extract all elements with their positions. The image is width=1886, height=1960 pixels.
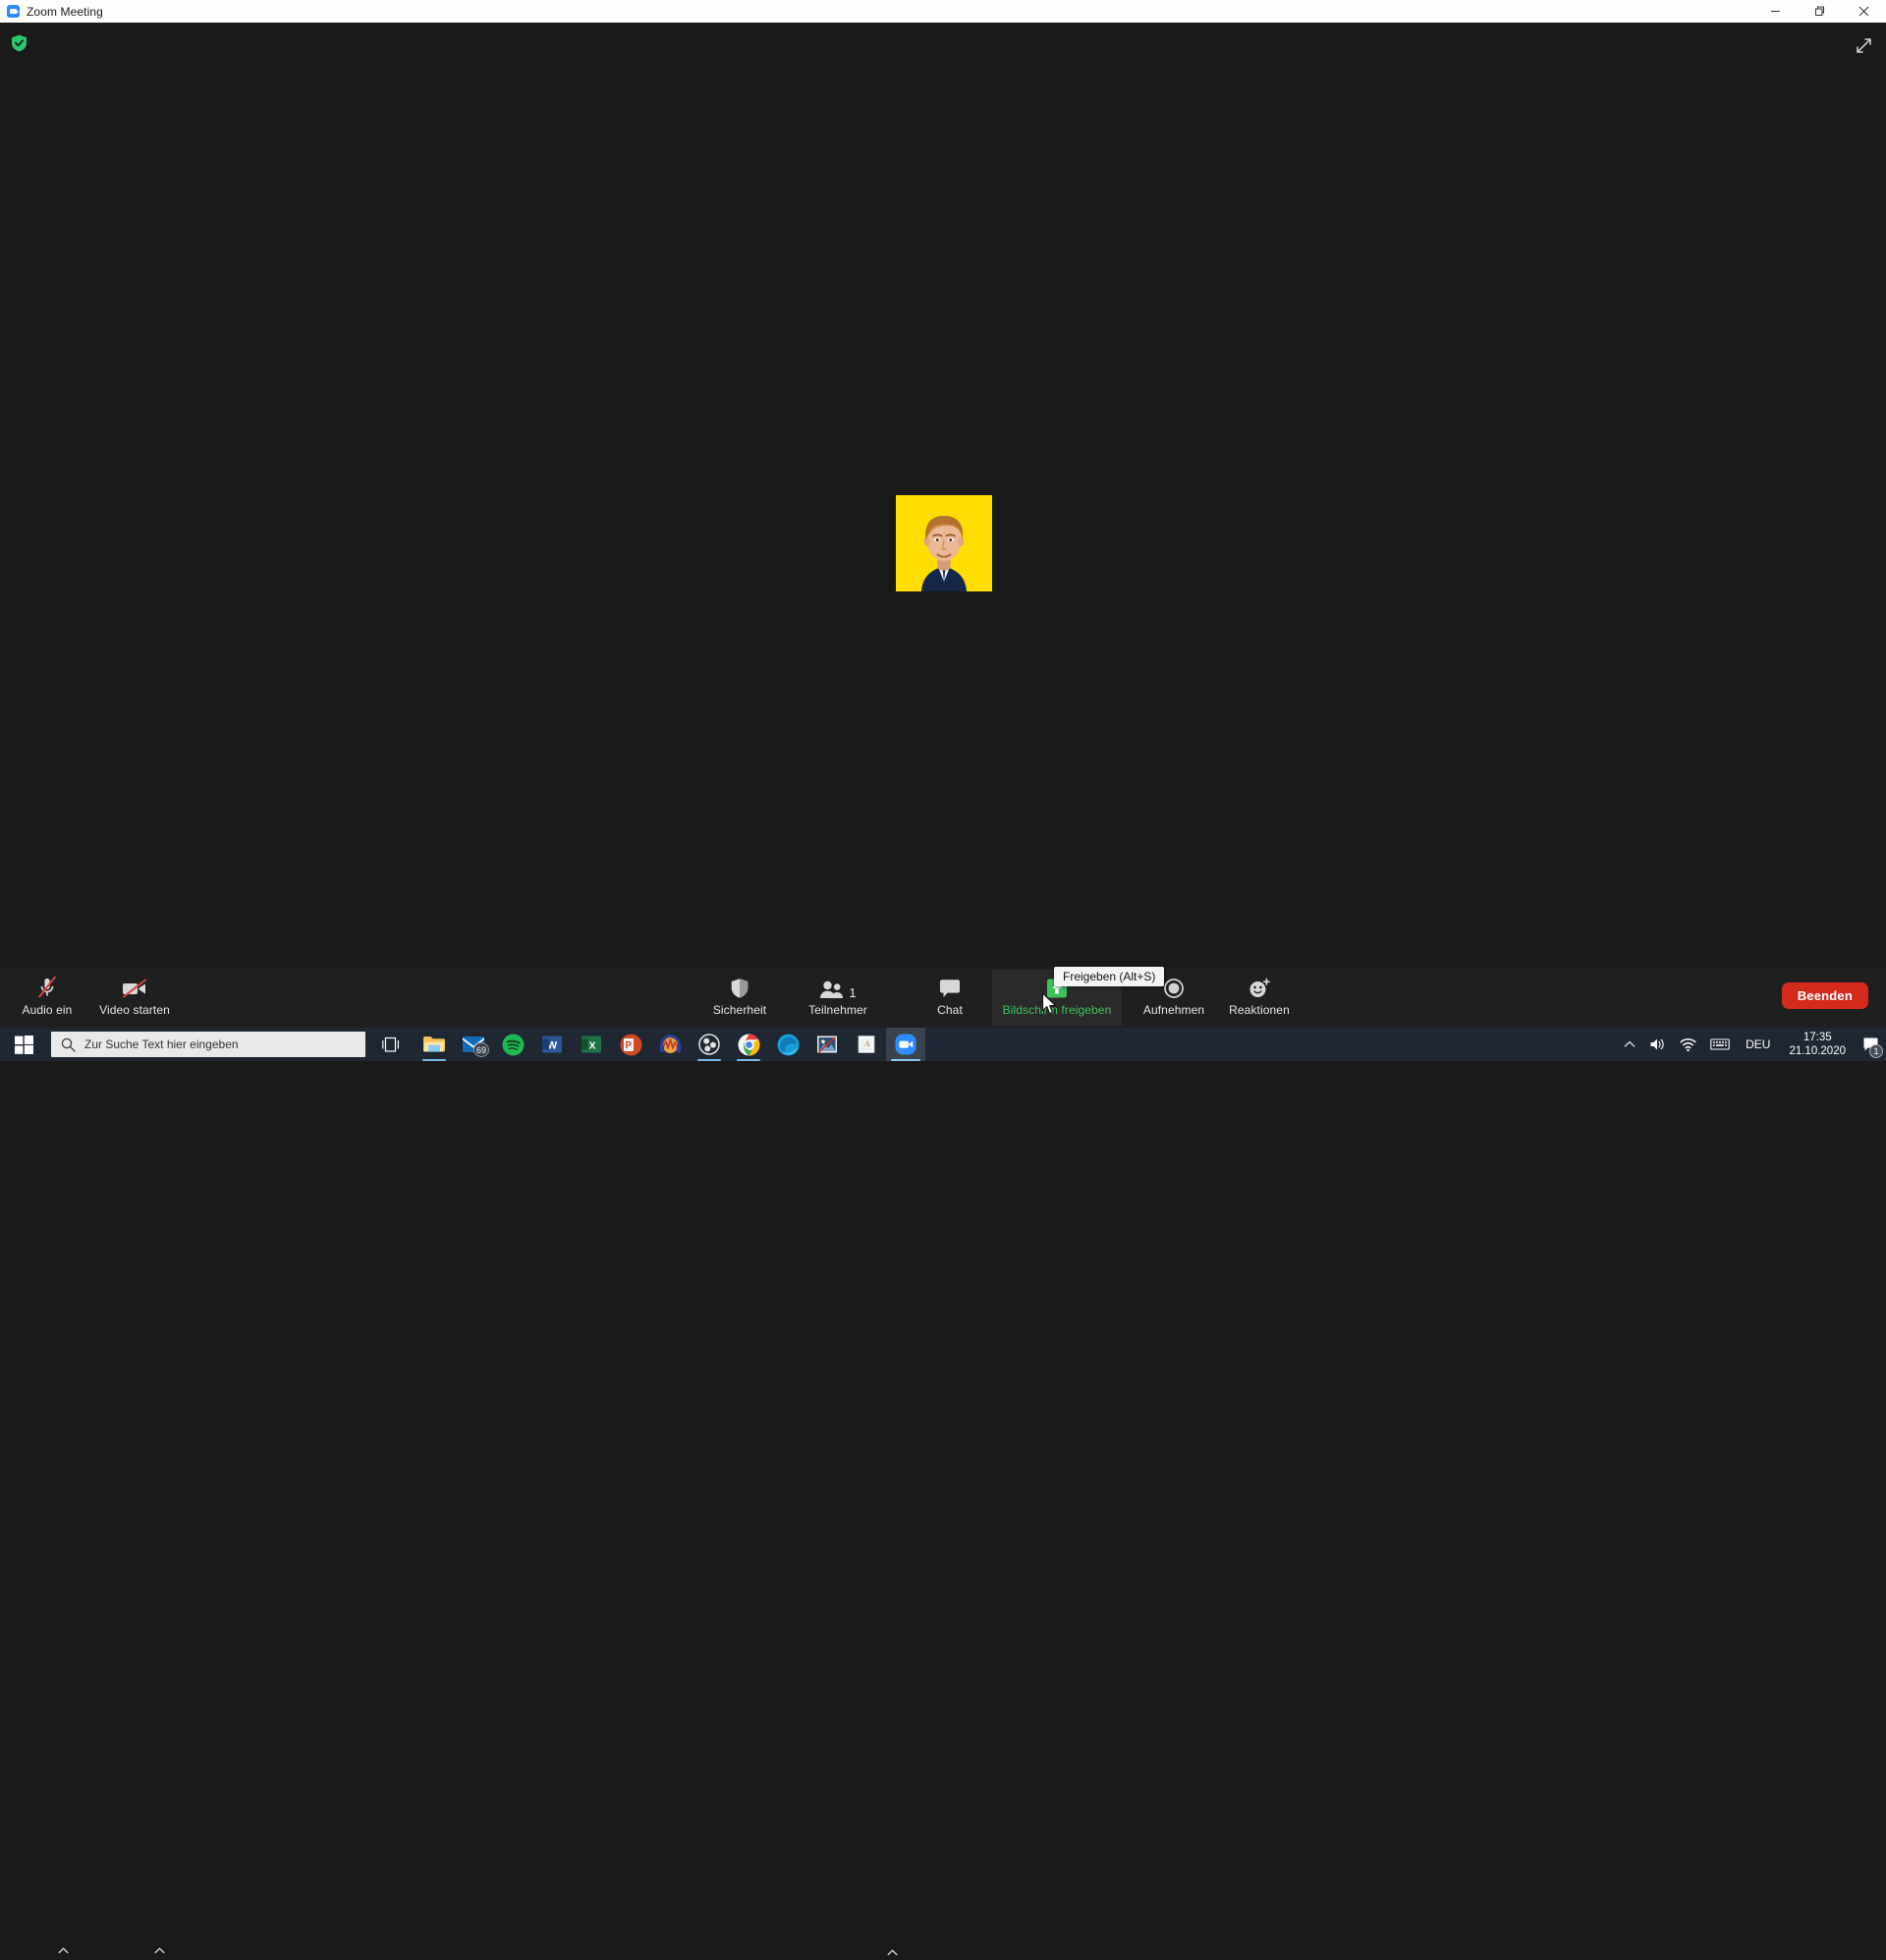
tray-wifi-icon[interactable] bbox=[1674, 1028, 1702, 1061]
meeting-control-bar: Audio ein Video starten Sicherheit 1 Tei… bbox=[0, 968, 1886, 1955]
taskbar-item-microsoft-edge[interactable] bbox=[768, 1028, 807, 1061]
system-tray: DEU 17:35 21.10.2020 1 bbox=[1618, 1028, 1886, 1061]
user-photo-avatar bbox=[896, 495, 992, 591]
tray-time: 17:35 bbox=[1803, 1031, 1832, 1043]
taskbar-item-word[interactable]: W bbox=[532, 1028, 572, 1061]
video-toggle-button[interactable]: Video starten bbox=[86, 970, 183, 1026]
participants-button[interactable]: 1 Teilnehmer bbox=[796, 970, 880, 1026]
video-camera-off-icon bbox=[121, 976, 148, 999]
taskbar-item-excel[interactable]: X bbox=[572, 1028, 611, 1061]
tray-language[interactable]: DEU bbox=[1738, 1037, 1778, 1051]
search-input[interactable]: Zur Suche Text hier eingeben bbox=[51, 1032, 365, 1057]
audio-options-chevron-up-icon[interactable] bbox=[55, 1942, 71, 1958]
smiley-plus-icon bbox=[1248, 976, 1271, 999]
audio-toggle-label: Audio ein bbox=[22, 1003, 73, 1017]
windows-taskbar: Zur Suche Text hier eingeben 69 W X P A … bbox=[0, 1028, 1886, 1061]
audacity-icon bbox=[659, 1034, 681, 1053]
search-placeholder: Zur Suche Text hier eingeben bbox=[84, 1037, 239, 1051]
chrome-icon bbox=[738, 1034, 759, 1055]
video-toggle-label: Video starten bbox=[99, 1003, 170, 1017]
notification-count: 1 bbox=[1869, 1044, 1883, 1058]
taskbar-item-file-explorer[interactable] bbox=[415, 1028, 454, 1061]
svg-text:A: A bbox=[864, 1039, 870, 1048]
taskbar-item-google-chrome[interactable] bbox=[729, 1028, 768, 1061]
windows-start-icon[interactable] bbox=[0, 1028, 47, 1061]
shield-icon bbox=[730, 976, 749, 999]
photos-icon: A bbox=[858, 1036, 875, 1053]
record-label: Aufnehmen bbox=[1142, 1003, 1205, 1017]
zoom-icon bbox=[895, 1034, 916, 1055]
participant-video-tile[interactable] bbox=[896, 495, 992, 591]
chat-bubble-icon bbox=[938, 976, 962, 999]
end-meeting-button[interactable]: Beenden bbox=[1781, 982, 1868, 1009]
folder-icon bbox=[423, 1036, 445, 1052]
maximize-button[interactable] bbox=[1798, 0, 1842, 23]
video-options-chevron-up-icon[interactable] bbox=[151, 1942, 167, 1958]
spotify-icon bbox=[502, 1034, 524, 1055]
tray-keyboard-icon[interactable] bbox=[1704, 1028, 1736, 1061]
tray-notification-icon[interactable]: 1 bbox=[1857, 1028, 1884, 1061]
mouse-cursor bbox=[1041, 992, 1058, 1021]
window-titlebar: Zoom Meeting bbox=[0, 0, 1886, 23]
security-button[interactable]: Sicherheit bbox=[701, 970, 778, 1026]
reactions-label: Reaktionen bbox=[1229, 1003, 1290, 1017]
record-circle-icon bbox=[1163, 976, 1185, 999]
taskbar-item-photos[interactable]: A bbox=[847, 1028, 886, 1061]
powerpoint-icon: P bbox=[620, 1034, 641, 1055]
zoom-app-icon bbox=[7, 5, 20, 18]
tray-speaker-icon[interactable] bbox=[1643, 1028, 1672, 1061]
taskbar-item-zoom[interactable] bbox=[886, 1028, 925, 1061]
titlebar-left-group: Zoom Meeting bbox=[0, 5, 103, 19]
audio-toggle-button[interactable]: Audio ein bbox=[10, 970, 84, 1026]
participants-label: Teilnehmer bbox=[808, 1003, 867, 1017]
word-icon: W bbox=[542, 1036, 562, 1053]
close-button[interactable] bbox=[1842, 0, 1886, 23]
mail-badge: 69 bbox=[472, 1042, 489, 1057]
tray-chevron-up-icon[interactable] bbox=[1618, 1028, 1641, 1061]
chat-button[interactable]: Chat bbox=[917, 970, 982, 1026]
search-icon bbox=[61, 1037, 76, 1052]
expand-diagonal-icon[interactable] bbox=[1853, 34, 1874, 56]
green-shield-check-icon[interactable] bbox=[11, 34, 28, 52]
taskbar-item-obs-studio[interactable] bbox=[690, 1028, 729, 1061]
task-view-icon[interactable] bbox=[371, 1028, 411, 1061]
microphone-muted-icon bbox=[36, 976, 58, 999]
minimize-button[interactable] bbox=[1753, 0, 1798, 23]
meeting-stage: Tobias Becker bbox=[0, 23, 1886, 1028]
taskbar-item-powerpoint[interactable]: P bbox=[611, 1028, 650, 1061]
chat-label: Chat bbox=[937, 1003, 963, 1017]
reactions-button[interactable]: Reaktionen bbox=[1214, 970, 1304, 1026]
taskbar-item-spotify[interactable] bbox=[493, 1028, 532, 1061]
tray-clock[interactable]: 17:35 21.10.2020 bbox=[1780, 1028, 1855, 1061]
taskbar-app-buttons: 69 W X P A bbox=[415, 1028, 925, 1061]
obs-icon bbox=[698, 1034, 720, 1055]
svg-text:X: X bbox=[588, 1039, 595, 1051]
excel-icon: X bbox=[582, 1036, 601, 1053]
security-label: Sicherheit bbox=[712, 1003, 767, 1017]
taskbar-item-photo-editor[interactable] bbox=[807, 1028, 847, 1061]
window-title: Zoom Meeting bbox=[27, 4, 103, 19]
taskbar-item-audacity[interactable] bbox=[650, 1028, 690, 1061]
participants-icon-group: 1 bbox=[819, 976, 857, 1000]
share-screen-tooltip: Freigeben (Alt+S) bbox=[1054, 967, 1165, 986]
people-icon bbox=[820, 980, 844, 998]
window-controls bbox=[1753, 0, 1886, 23]
svg-text:P: P bbox=[625, 1040, 632, 1051]
participants-options-chevron-up-icon[interactable] bbox=[884, 1944, 900, 1960]
edge-icon bbox=[777, 1034, 799, 1055]
taskbar-item-mail[interactable]: 69 bbox=[454, 1028, 493, 1061]
participants-count: 1 bbox=[849, 985, 857, 1000]
tray-date: 21.10.2020 bbox=[1789, 1045, 1846, 1057]
photo-editor-icon bbox=[817, 1036, 837, 1053]
